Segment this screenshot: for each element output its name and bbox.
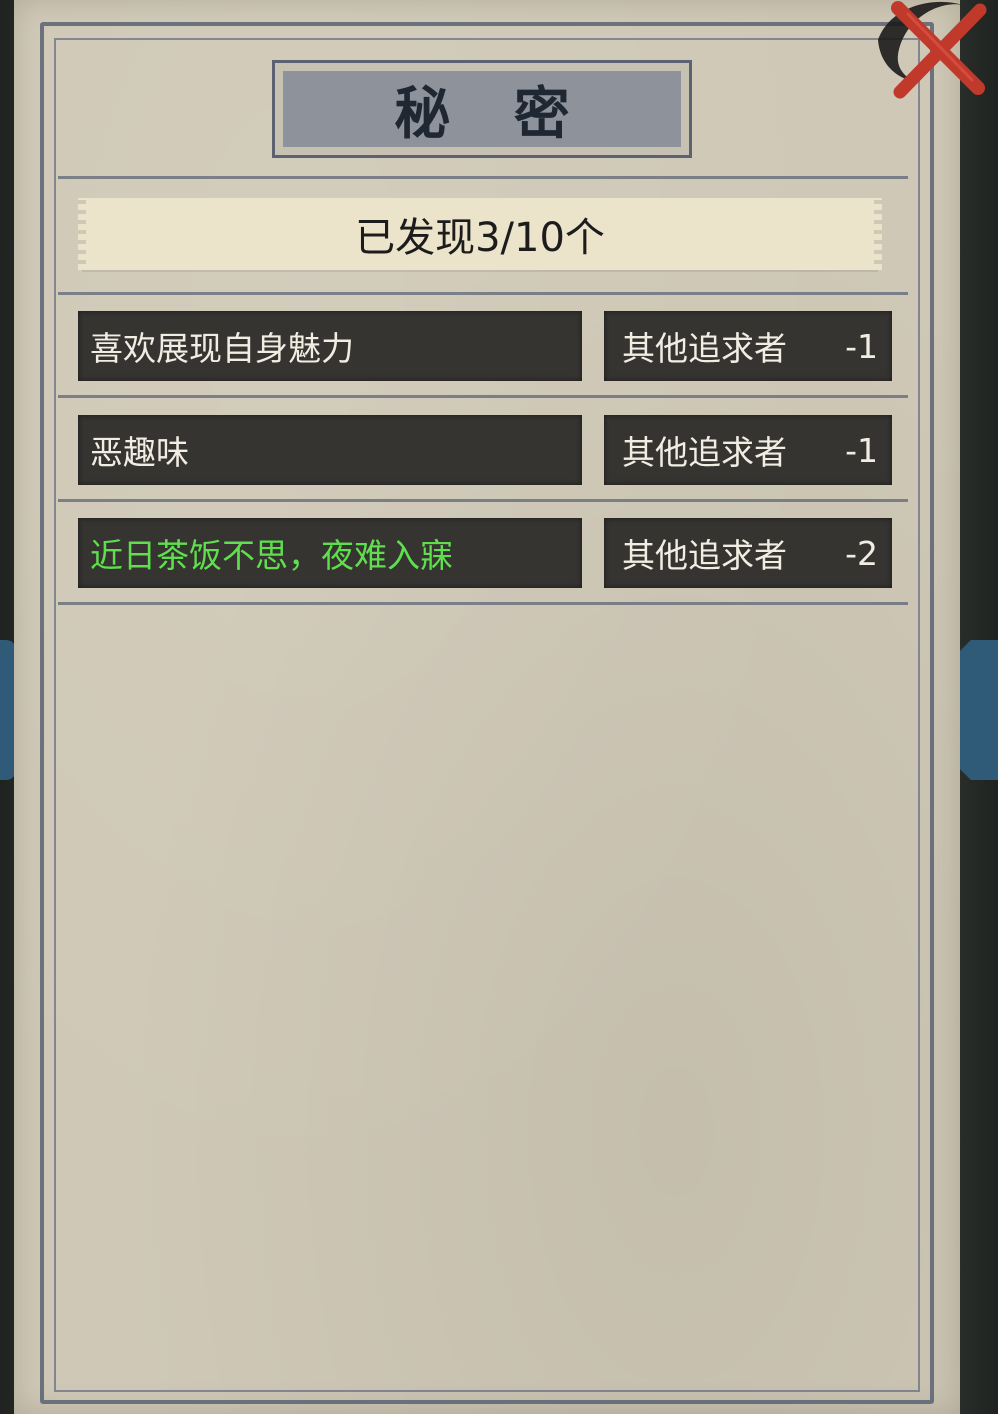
secret-effect: 其他追求者 -2 <box>604 518 892 588</box>
secrets-screen: 秘 密 已发现3/10个 喜欢展现自身魅力 其他追求者 -1 恶趣味 其他追求者 <box>0 0 998 1414</box>
divider <box>58 292 908 295</box>
divider <box>58 395 908 398</box>
secret-effect: 其他追求者 -1 <box>604 311 892 381</box>
secret-row: 喜欢展现自身魅力 其他追求者 -1 <box>78 311 892 381</box>
secret-item[interactable]: 近日茶饭不思，夜难入寐 <box>78 518 582 588</box>
title-plate-inner: 秘 密 <box>283 71 681 147</box>
effect-value: -1 <box>845 430 878 470</box>
secret-item[interactable]: 喜欢展现自身魅力 <box>78 311 582 381</box>
panel-title: 秘 密 <box>394 80 592 147</box>
discovered-count: 已发现3/10个 <box>355 215 605 261</box>
secret-text: 喜欢展现自身魅力 <box>90 329 354 368</box>
effect-name: 其他追求者 <box>622 329 787 368</box>
effect-value: -2 <box>845 533 878 573</box>
divider <box>58 602 908 605</box>
secrets-panel: 秘 密 已发现3/10个 喜欢展现自身魅力 其他追求者 -1 恶趣味 其他追求者 <box>14 0 960 1414</box>
effect-value: -1 <box>845 326 878 366</box>
secret-row: 恶趣味 其他追求者 -1 <box>78 415 892 485</box>
secret-text: 近日茶饭不思，夜难入寐 <box>90 536 453 575</box>
secret-item[interactable]: 恶趣味 <box>78 415 582 485</box>
effect-name: 其他追求者 <box>622 433 787 472</box>
discovered-banner: 已发现3/10个 <box>78 198 882 270</box>
divider <box>58 499 908 502</box>
divider <box>58 176 908 179</box>
close-x-icon <box>878 1 987 99</box>
effect-name: 其他追求者 <box>622 536 787 575</box>
secret-text: 恶趣味 <box>90 433 189 472</box>
close-button[interactable] <box>868 0 998 100</box>
secret-effect: 其他追求者 -1 <box>604 415 892 485</box>
secret-row: 近日茶饭不思，夜难入寐 其他追求者 -2 <box>78 518 892 588</box>
title-plate: 秘 密 <box>272 60 692 158</box>
